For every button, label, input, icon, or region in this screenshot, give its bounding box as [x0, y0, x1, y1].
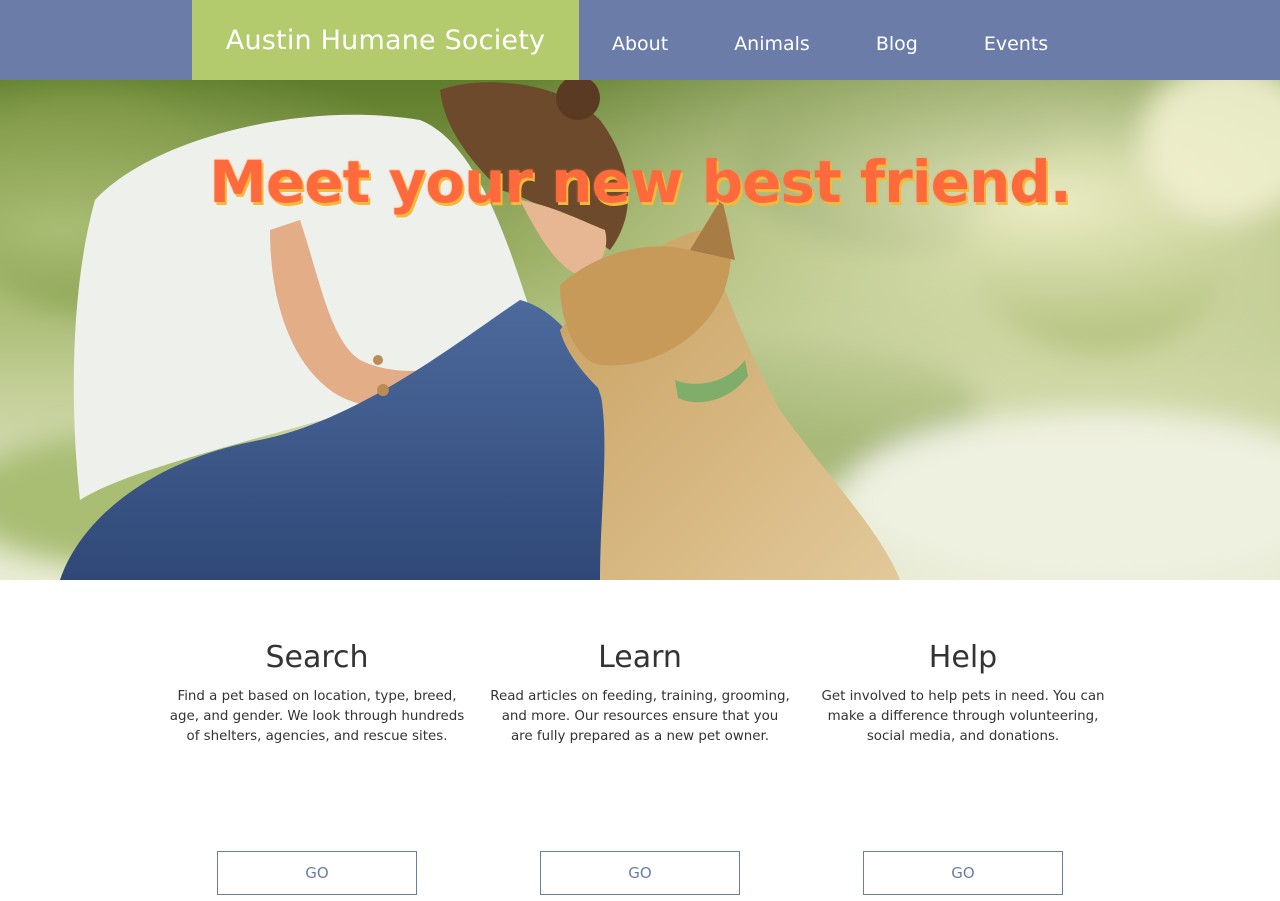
site-header: Austin Humane Society About Animals Blog… — [0, 0, 1280, 80]
feature-title-help: Help — [928, 640, 998, 675]
nav-item-animals[interactable]: Animals — [701, 0, 843, 80]
feature-help: Help Get involved to help pets in need. … — [813, 638, 1113, 895]
features-section: Search Find a pet based on location, typ… — [0, 580, 1280, 901]
feature-text-search: Find a pet based on location, type, bree… — [169, 689, 465, 744]
feature-title-search: Search — [265, 640, 369, 675]
learn-go-button[interactable]: GO — [540, 851, 740, 895]
nav-item-blog[interactable]: Blog — [843, 0, 951, 80]
nav-item-events[interactable]: Events — [951, 0, 1081, 80]
main-nav: About Animals Blog Events — [579, 0, 1081, 80]
search-go-button[interactable]: GO — [217, 851, 417, 895]
hero-banner: Meet your new best friend. — [0, 80, 1280, 580]
feature-text-help: Get involved to help pets in need. You c… — [821, 689, 1105, 744]
help-go-button[interactable]: GO — [863, 851, 1063, 895]
brand-logo-link[interactable]: Austin Humane Society — [192, 0, 579, 80]
feature-search: Search Find a pet based on location, typ… — [167, 638, 467, 895]
nav-item-about[interactable]: About — [579, 0, 701, 80]
feature-title-learn: Learn — [598, 640, 682, 675]
feature-text-learn: Read articles on feeding, training, groo… — [490, 689, 790, 744]
hero-title: Meet your new best friend. — [209, 148, 1072, 216]
feature-learn: Learn Read articles on feeding, training… — [490, 638, 790, 895]
